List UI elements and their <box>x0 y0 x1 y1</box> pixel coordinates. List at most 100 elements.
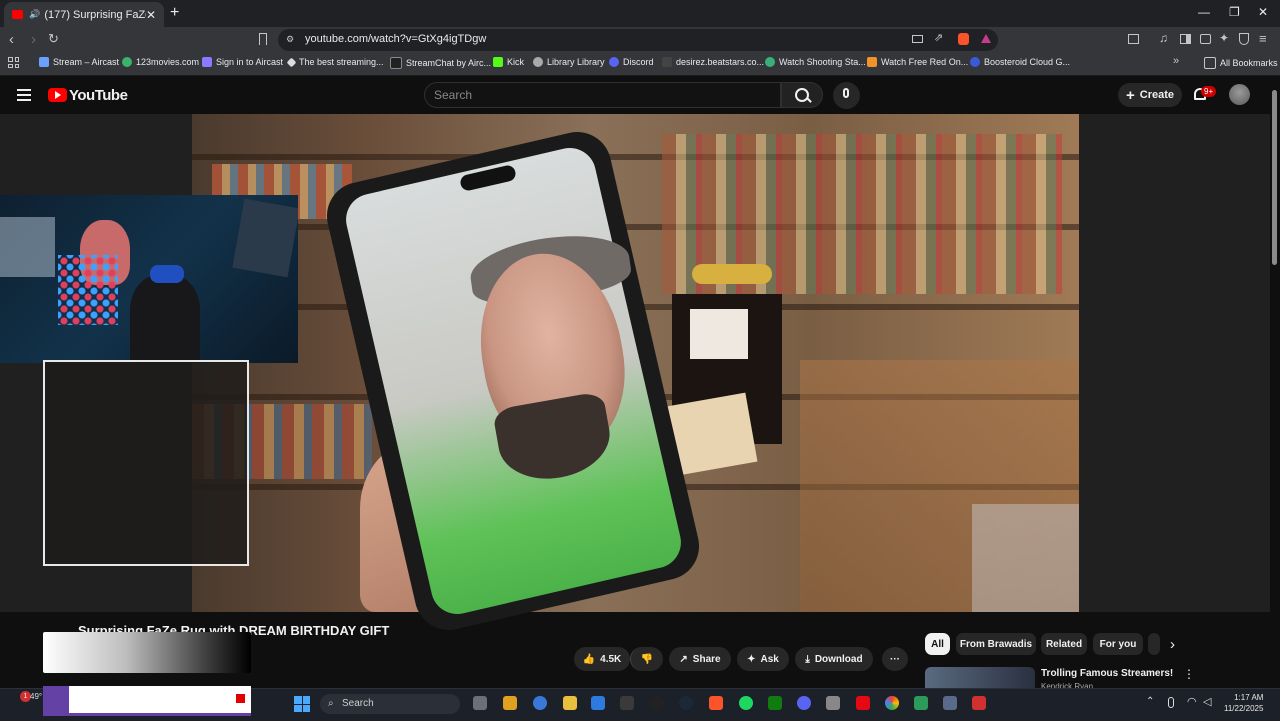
chevron-double-right-icon[interactable]: » <box>1173 55 1179 67</box>
stream-frame-overlay <box>43 360 249 566</box>
tab-close-icon[interactable]: ✕ <box>146 8 156 22</box>
chip-related[interactable]: Related <box>1041 633 1087 655</box>
bookmark-item[interactable]: The best streaming... <box>286 57 384 67</box>
share-page-icon[interactable]: ⇗ <box>934 31 943 44</box>
product-box <box>690 309 748 359</box>
bookmark-item[interactable]: Library Library <box>533 57 605 67</box>
tray-chevron-icon[interactable]: ⌃ <box>1146 696 1154 707</box>
bookmark-favicon-icon <box>39 57 49 67</box>
bookmark-item[interactable]: Discord <box>609 57 654 67</box>
wall-poster <box>232 198 298 278</box>
bookmark-item[interactable]: Sign in to Aircast <box>202 57 283 67</box>
gamepad-icon[interactable] <box>943 696 957 710</box>
leo-ai-icon[interactable]: ✦ <box>1219 31 1229 45</box>
discord-icon[interactable] <box>797 696 811 710</box>
scrollbar-thumb[interactable] <box>1272 90 1277 265</box>
obs-icon[interactable] <box>650 696 664 710</box>
bookmark-item[interactable]: Watch Shooting Sta... <box>765 57 866 67</box>
netflix-icon[interactable] <box>856 696 870 710</box>
recommended-title[interactable]: Trolling Famous Streamers! <box>1041 668 1173 679</box>
bookmark-icon[interactable] <box>259 33 267 45</box>
close-window-button[interactable]: ✕ <box>1258 5 1268 19</box>
chip-partial[interactable] <box>1148 633 1160 655</box>
brave-rewards-icon[interactable] <box>981 34 991 43</box>
download-button[interactable]: ⤓ Download <box>795 647 873 671</box>
share-button[interactable]: ↗ Share <box>669 647 731 671</box>
microphone-icon[interactable] <box>1168 697 1174 708</box>
vpn-shield-icon[interactable] <box>1239 33 1249 45</box>
chip-for-you[interactable]: For you <box>1093 633 1143 655</box>
reading-list-icon[interactable] <box>1180 34 1191 44</box>
streamer-webcam-overlay <box>0 195 298 363</box>
sidebar-panel-icon[interactable] <box>1128 34 1139 44</box>
new-tab-button[interactable]: + <box>170 4 179 22</box>
forward-arrow-icon[interactable]: › <box>31 31 36 48</box>
kebab-menu-icon[interactable]: ⋮ <box>1183 667 1195 681</box>
chip-from-brawadis[interactable]: From Brawadis <box>956 633 1036 655</box>
taskbar-clock[interactable]: 1:17 AM 11/22/2025 <box>1224 692 1263 714</box>
chevron-right-icon[interactable]: › <box>1170 636 1175 653</box>
steam-icon[interactable] <box>679 696 693 710</box>
kick-icon <box>493 57 503 67</box>
maximize-button[interactable]: ❐ <box>1229 5 1240 19</box>
twitch-chat-overlay <box>43 686 251 716</box>
more-actions-button[interactable]: ··· <box>882 647 908 671</box>
volume-icon[interactable]: ◁ <box>1203 695 1211 708</box>
url-text[interactable]: youtube.com/watch?v=GtXg4igTDgw <box>305 33 486 45</box>
store-icon[interactable] <box>591 696 605 710</box>
bookmark-item[interactable]: desirez.beatstars.co... <box>662 57 764 67</box>
task-view-icon[interactable] <box>473 696 487 710</box>
bookmark-favicon-icon <box>390 57 402 69</box>
site-info-icon[interactable]: ⚙ <box>286 34 294 45</box>
app-icon[interactable] <box>914 696 928 710</box>
app-icon[interactable] <box>826 696 840 710</box>
apps-grid-icon[interactable] <box>8 57 19 68</box>
edge-icon[interactable] <box>533 696 547 710</box>
bookmark-item[interactable]: Stream – Aircast <box>39 57 119 67</box>
search-icon: ⌕ <box>328 698 334 709</box>
all-bookmarks-button[interactable]: All Bookmarks <box>1204 57 1278 69</box>
spotify-icon[interactable] <box>739 696 753 710</box>
bookmark-item[interactable]: 123movies.com <box>122 57 199 67</box>
reload-icon[interactable]: ↻ <box>48 31 59 47</box>
app-icon[interactable] <box>972 696 986 710</box>
search-input[interactable] <box>424 82 781 108</box>
hamburger-menu-icon[interactable] <box>17 89 31 101</box>
windows-start-icon[interactable] <box>294 696 310 712</box>
file-explorer-icon[interactable] <box>563 696 577 710</box>
user-avatar[interactable] <box>1229 84 1250 105</box>
bookmark-item[interactable]: Kick <box>493 57 524 67</box>
bookmark-item[interactable]: Watch Free Red On... <box>867 57 968 67</box>
ask-button[interactable]: ✦ Ask <box>737 647 789 671</box>
app-icon[interactable] <box>503 696 517 710</box>
back-arrow-icon[interactable]: ‹ <box>9 31 14 48</box>
dislike-button[interactable]: 👎 <box>630 647 663 671</box>
menu-icon[interactable]: ≡ <box>1259 31 1267 46</box>
taskbar-search[interactable]: ⌕ Search <box>320 694 460 714</box>
wifi-icon[interactable]: ◠ <box>1187 695 1197 708</box>
weather-temp[interactable]: 49° <box>30 692 42 701</box>
cast-icon[interactable] <box>912 35 923 43</box>
thumbs-down-icon: 👎 <box>640 653 654 665</box>
browser-tab-active[interactable]: 🔊 (177) Surprising FaZe Rug with ✕ <box>4 2 164 27</box>
folder-icon <box>1204 57 1216 69</box>
app-icon[interactable] <box>620 696 634 710</box>
plus-icon: + <box>1125 86 1135 104</box>
media-icon[interactable]: ♫ <box>1159 31 1168 45</box>
brave-shields-icon[interactable] <box>958 33 969 45</box>
recommended-thumbnail[interactable] <box>925 667 1035 689</box>
chrome-icon[interactable] <box>885 696 899 710</box>
like-button[interactable]: 👍 4.5K <box>574 647 630 671</box>
bookmark-item[interactable]: Boosteroid Cloud G... <box>970 57 1070 67</box>
create-button[interactable]: + Create <box>1118 83 1182 107</box>
brave-icon[interactable] <box>709 696 723 710</box>
bookmark-favicon-icon <box>765 57 775 67</box>
xbox-icon[interactable] <box>768 696 782 710</box>
bookmark-item[interactable]: StreamChat by Airc... <box>390 57 491 69</box>
wallet-icon[interactable] <box>1200 34 1211 44</box>
globe-icon <box>533 57 543 67</box>
speaker-icon[interactable]: 🔊 <box>29 9 40 20</box>
minimize-button[interactable]: — <box>1198 5 1210 19</box>
chip-all[interactable]: All <box>925 633 950 655</box>
youtube-logo-text[interactable]: YouTube <box>69 87 128 104</box>
